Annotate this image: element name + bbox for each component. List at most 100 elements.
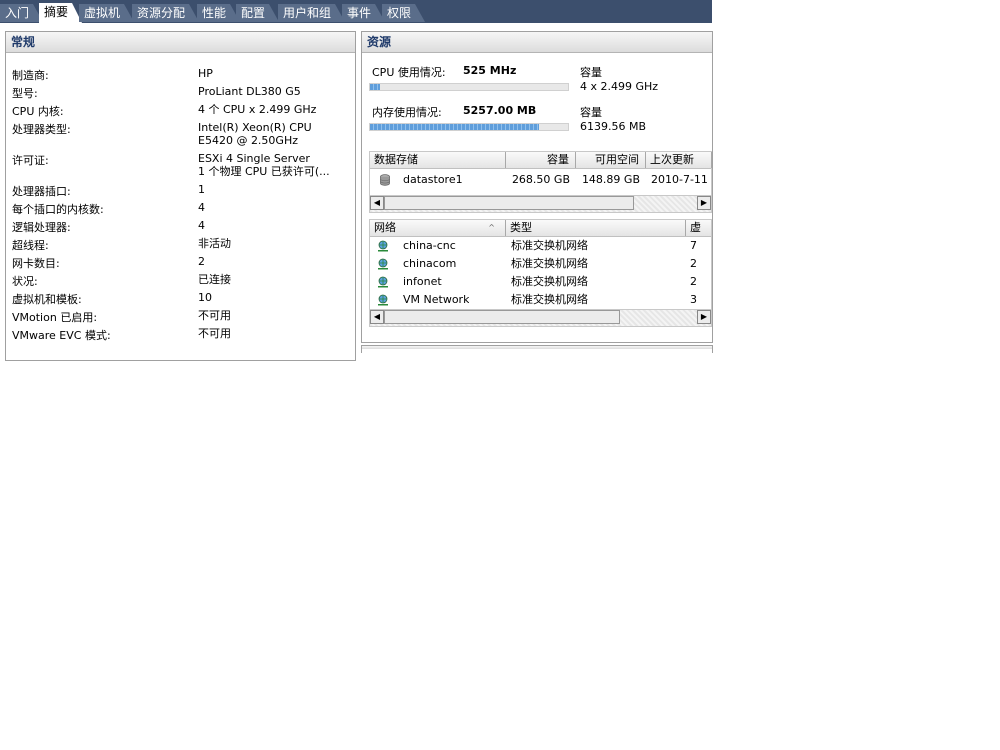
memory-usage-bar-fill bbox=[370, 124, 540, 130]
network-type: 标准交换机网络 bbox=[511, 275, 588, 288]
column-header-network-label: 网络 bbox=[374, 221, 396, 234]
network-horizontal-scrollbar[interactable]: ◀ ▶ bbox=[370, 309, 711, 326]
general-row-label: 处理器类型: bbox=[12, 123, 71, 136]
network-icon bbox=[378, 258, 388, 270]
tab-resource-allocation[interactable]: 资源分配 bbox=[132, 4, 199, 22]
general-row-value: 4 个 CPU x 2.499 GHz bbox=[198, 103, 317, 116]
memory-usage-value: 5257.00 MB bbox=[463, 104, 537, 117]
memory-usage-label: 内存使用情况: bbox=[372, 106, 442, 119]
lower-panel-header bbox=[362, 346, 712, 349]
network-table-header: 网络 ^ 类型 虚 bbox=[370, 220, 711, 237]
general-row-value: 4 bbox=[198, 219, 205, 232]
datastore-table: 数据存储 容量 可用空间 上次更新 datastore1 268.50 GB 1… bbox=[369, 151, 712, 213]
datastore-icon bbox=[380, 174, 390, 186]
column-header-type[interactable]: 类型 bbox=[506, 220, 686, 236]
cpu-usage-bar bbox=[369, 83, 569, 91]
column-header-last-update[interactable]: 上次更新 bbox=[646, 152, 712, 168]
network-table: 网络 ^ 类型 虚 china-cnc 标准交换机网络 7 chinacom 标准交换机… bbox=[369, 219, 712, 327]
network-type: 标准交换机网络 bbox=[511, 257, 588, 270]
general-row-label: 型号: bbox=[12, 87, 38, 100]
general-row-value: Intel(R) Xeon(R) CPU bbox=[198, 121, 312, 134]
cpu-usage-value: 525 MHz bbox=[463, 64, 517, 77]
column-header-vms[interactable]: 虚 bbox=[686, 220, 712, 236]
general-row-label: 状况: bbox=[12, 275, 38, 288]
scroll-right-button[interactable]: ▶ bbox=[697, 310, 711, 324]
network-icon bbox=[378, 294, 388, 306]
scrollbar-thumb[interactable] bbox=[384, 196, 634, 210]
general-row-value: 2 bbox=[198, 255, 205, 268]
column-header-datastore[interactable]: 数据存储 bbox=[370, 152, 506, 168]
general-row-value: 不可用 bbox=[198, 327, 231, 340]
table-row[interactable]: VM Network 标准交换机网络 3 bbox=[370, 291, 711, 309]
general-row-label: 网卡数目: bbox=[12, 257, 60, 270]
cpu-capacity-label: 容量 bbox=[580, 66, 602, 79]
scroll-left-button[interactable]: ◀ bbox=[370, 310, 384, 324]
resources-panel-title: 资源 bbox=[362, 32, 712, 53]
general-row-value: 非活动 bbox=[198, 237, 231, 250]
tab-getting-started[interactable]: 入门 bbox=[0, 4, 43, 22]
network-name: china-cnc bbox=[403, 239, 456, 252]
tab-permissions[interactable]: 权限 bbox=[382, 4, 425, 22]
network-icon bbox=[378, 276, 388, 288]
network-name: infonet bbox=[403, 275, 442, 288]
tab-virtual-machines[interactable]: 虚拟机 bbox=[79, 4, 134, 22]
general-row-label: VMware EVC 模式: bbox=[12, 329, 111, 342]
table-row[interactable]: chinacom 标准交换机网络 2 bbox=[370, 255, 711, 273]
general-row-label: VMotion 已启用: bbox=[12, 311, 98, 324]
network-icon bbox=[378, 240, 388, 252]
network-type: 标准交换机网络 bbox=[511, 239, 588, 252]
tab-configuration[interactable]: 配置 bbox=[236, 4, 279, 22]
general-row-label: 许可证: bbox=[12, 154, 49, 167]
cpu-capacity-value: 4 x 2.499 GHz bbox=[580, 80, 659, 93]
column-header-network[interactable]: 网络 ^ bbox=[370, 220, 506, 236]
general-row-value: 10 bbox=[198, 291, 212, 304]
datastore-free-space: 148.89 GB bbox=[581, 173, 640, 186]
column-header-free-space[interactable]: 可用空间 bbox=[576, 152, 646, 168]
general-row-value: 不可用 bbox=[198, 309, 231, 322]
general-row-value: HP bbox=[198, 67, 213, 80]
general-row-label: 逻辑处理器: bbox=[12, 221, 71, 234]
memory-capacity-label: 容量 bbox=[580, 106, 602, 119]
tab-events[interactable]: 事件 bbox=[342, 4, 385, 22]
general-row-label: 超线程: bbox=[12, 239, 49, 252]
cpu-usage-bar-fill bbox=[370, 84, 381, 90]
network-name: chinacom bbox=[403, 257, 457, 270]
scroll-left-button[interactable]: ◀ bbox=[370, 196, 384, 210]
sort-ascending-icon: ^ bbox=[488, 223, 495, 232]
lower-panel bbox=[361, 345, 713, 353]
network-type: 标准交换机网络 bbox=[511, 293, 588, 306]
datastore-horizontal-scrollbar[interactable]: ◀ ▶ bbox=[370, 195, 711, 212]
network-vm-count: 2 bbox=[690, 257, 697, 270]
table-row[interactable]: datastore1 268.50 GB 148.89 GB 2010-7-11 bbox=[370, 171, 711, 189]
general-row-label: 虚拟机和模板: bbox=[12, 293, 82, 306]
tab-bar: 入门 摘要 虚拟机 资源分配 性能 配置 用户和组 事件 权限 bbox=[0, 0, 712, 23]
tab-performance[interactable]: 性能 bbox=[197, 4, 240, 22]
general-row-label: CPU 内核: bbox=[12, 105, 64, 118]
resources-panel: 资源 CPU 使用情况: 525 MHz 容量 4 x 2.499 GHz 内存… bbox=[361, 31, 713, 343]
general-row-value: ProLiant DL380 G5 bbox=[198, 85, 301, 98]
datastore-capacity: 268.50 GB bbox=[511, 173, 570, 186]
general-panel: 常规 制造商: HP 型号: ProLiant DL380 G5 CPU 内核: 4 个 … bbox=[5, 31, 356, 361]
table-row[interactable]: china-cnc 标准交换机网络 7 bbox=[370, 237, 711, 255]
tab-users-groups[interactable]: 用户和组 bbox=[278, 4, 345, 22]
general-row-label: 每个插口的内核数: bbox=[12, 203, 104, 216]
general-row-label: 处理器插口: bbox=[12, 185, 71, 198]
general-row-value-line2: E5420 @ 2.50GHz bbox=[198, 134, 298, 147]
column-header-capacity[interactable]: 容量 bbox=[506, 152, 576, 168]
general-row-label: 制造商: bbox=[12, 69, 49, 82]
datastore-table-header: 数据存储 容量 可用空间 上次更新 bbox=[370, 152, 712, 169]
datastore-name: datastore1 bbox=[403, 173, 463, 186]
network-vm-count: 3 bbox=[690, 293, 697, 306]
scroll-right-button[interactable]: ▶ bbox=[697, 196, 711, 210]
table-row[interactable]: infonet 标准交换机网络 2 bbox=[370, 273, 711, 291]
datastore-last-update: 2010-7-11 bbox=[651, 173, 708, 186]
general-row-value-line2: 1 个物理 CPU 已获许可(... bbox=[198, 165, 330, 178]
scrollbar-thumb[interactable] bbox=[384, 310, 620, 324]
network-vm-count: 7 bbox=[690, 239, 697, 252]
general-row-value: ESXi 4 Single Server bbox=[198, 152, 310, 165]
tab-summary[interactable]: 摘要 bbox=[39, 3, 82, 23]
general-panel-title: 常规 bbox=[6, 32, 355, 53]
memory-usage-bar bbox=[369, 123, 569, 131]
general-row-value: 已连接 bbox=[198, 273, 231, 286]
cpu-usage-label: CPU 使用情况: bbox=[372, 66, 446, 79]
